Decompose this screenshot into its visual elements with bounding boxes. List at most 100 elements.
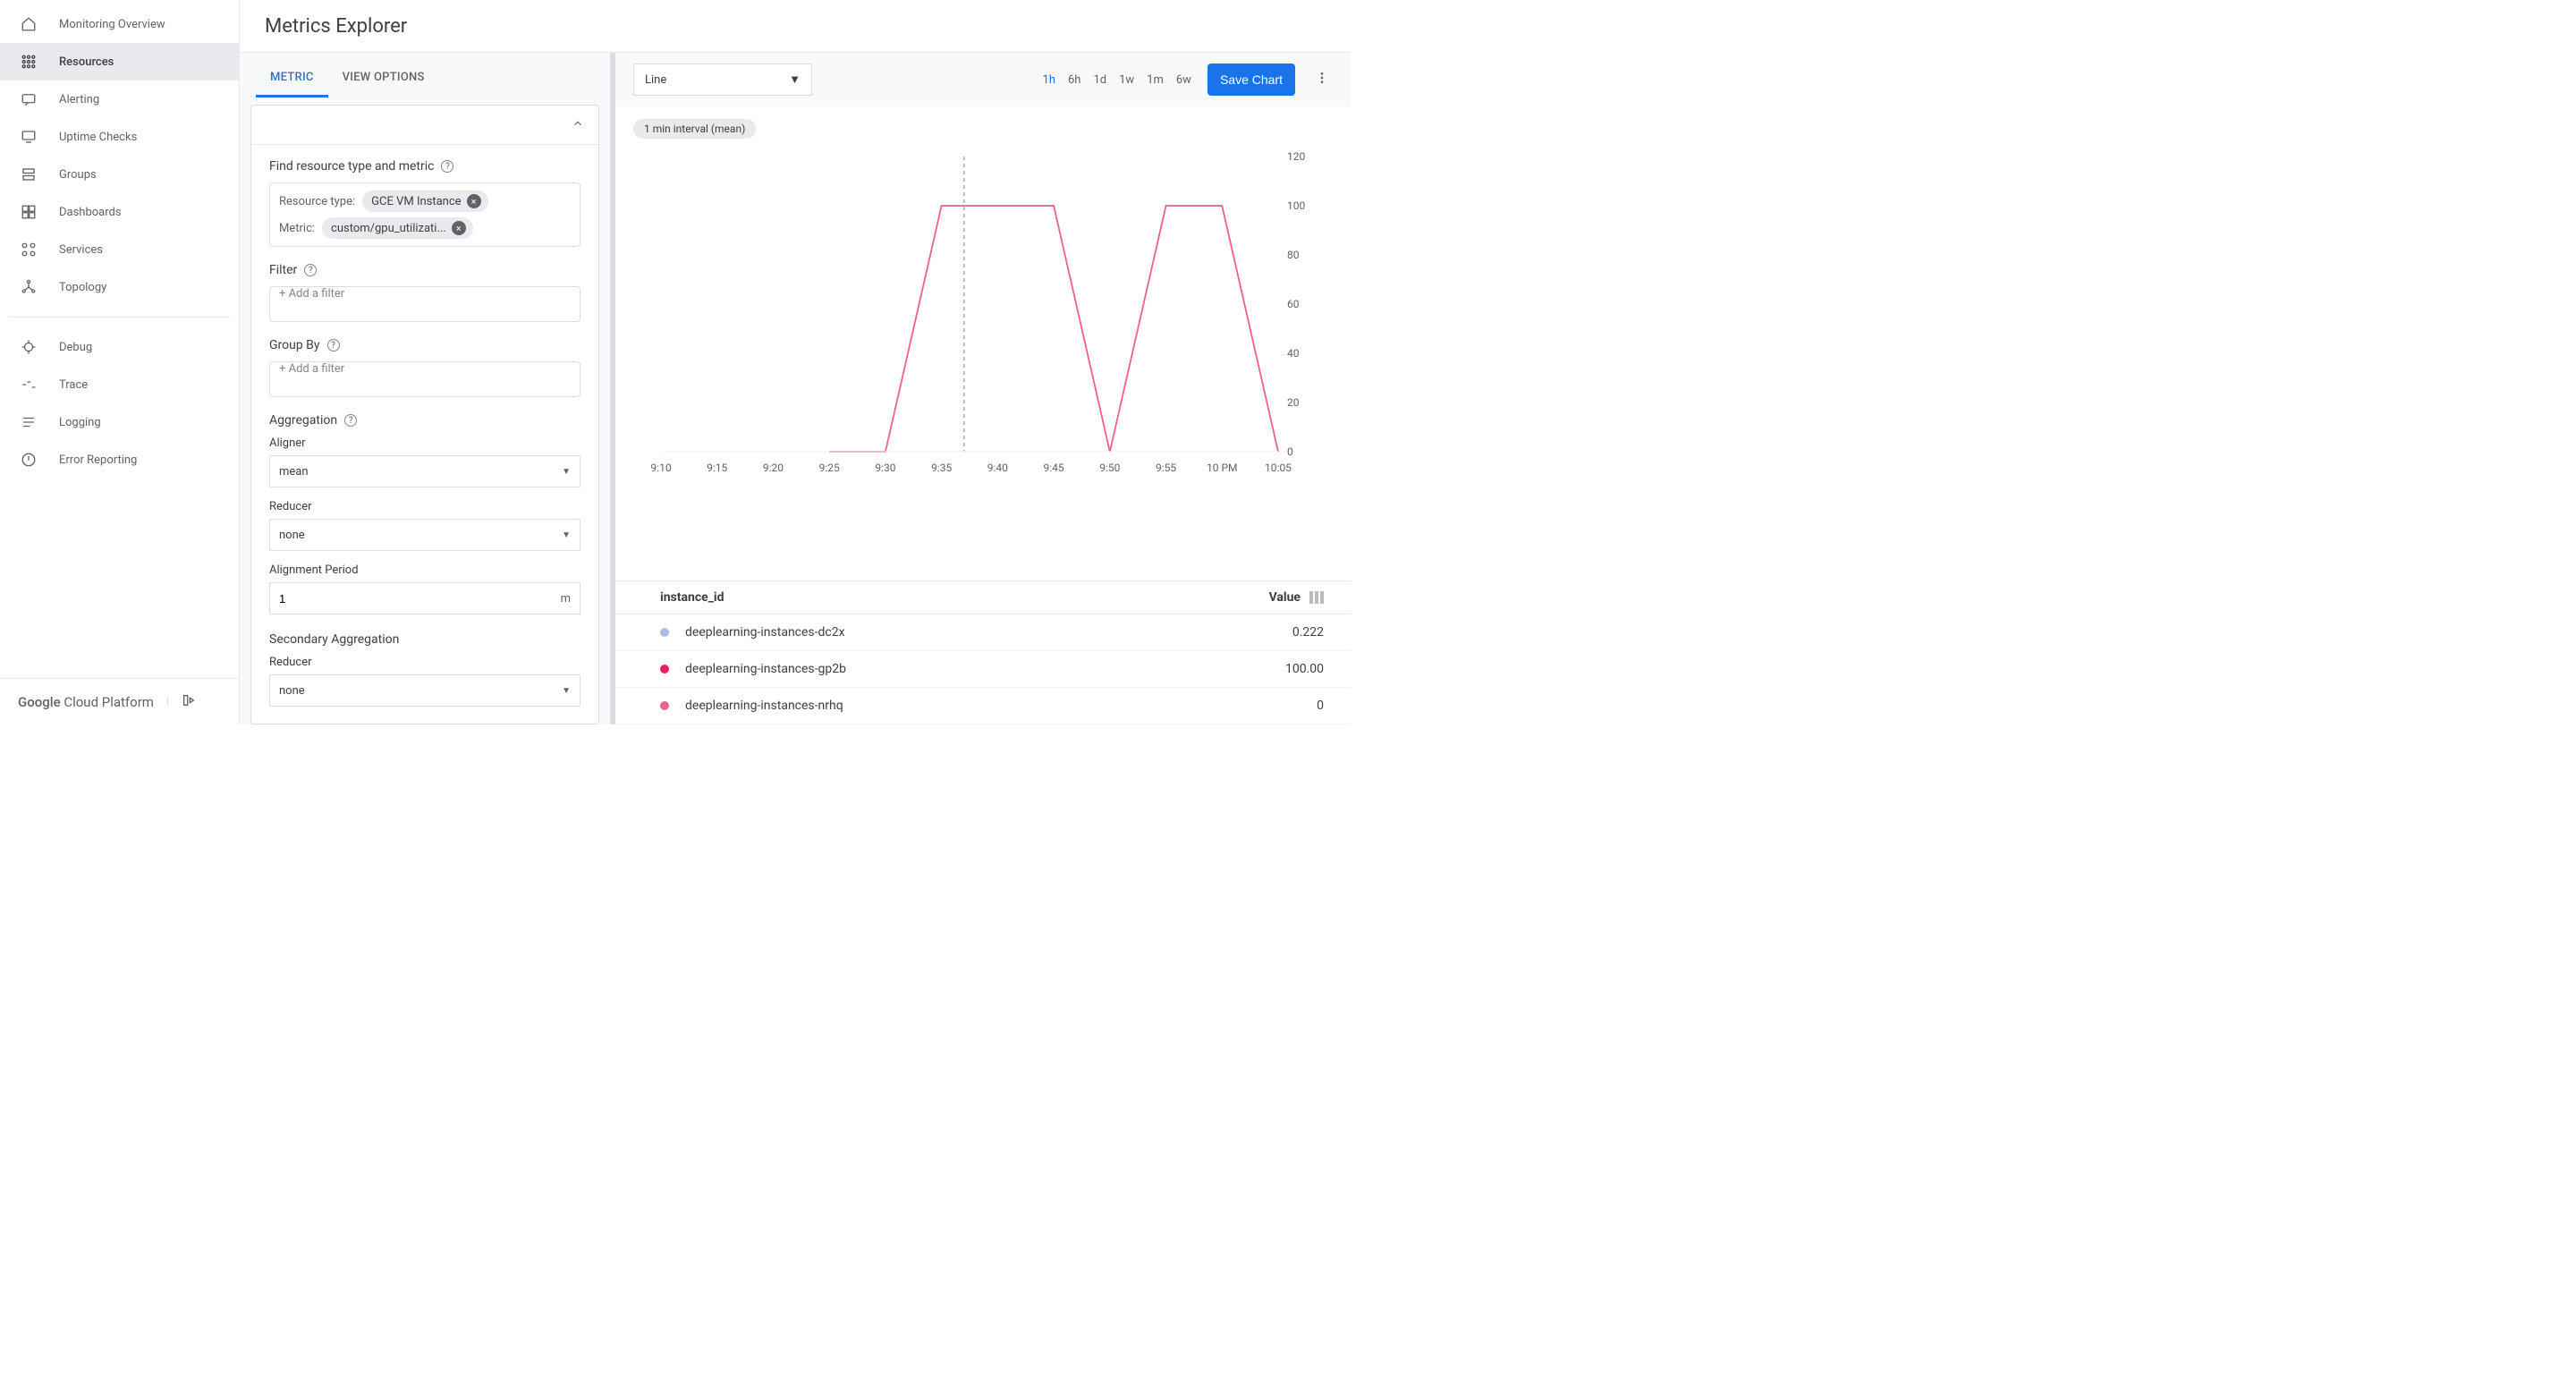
sidebar-item-label: Uptime Checks [59,131,137,144]
sidebar-item-label: Dashboards [59,206,122,219]
sidebar-item-alerting[interactable]: Alerting [0,80,239,118]
sidebar-item-label: Services [59,243,103,257]
svg-text:9:10: 9:10 [650,462,671,474]
line-chart[interactable]: 0204060801001209:109:159:209:259:309:359… [633,148,1333,479]
series-name: deeplearning-instances-gp2b [685,662,846,676]
chat-icon [20,90,38,108]
gcp-logo: Google Cloud Platform [18,694,154,710]
sidebar-item-debug[interactable]: Debug [0,328,239,366]
sidebar-item-topology[interactable]: Topology [0,268,239,306]
timerange-6w[interactable]: 6w [1176,73,1191,87]
chart-type-select[interactable]: Line ▼ [633,64,812,96]
timerange-1d[interactable]: 1d [1093,73,1106,87]
timerange-6h[interactable]: 6h [1068,73,1080,87]
sidebar-item-dashboards[interactable]: Dashboards [0,193,239,231]
timerange-1w[interactable]: 1w [1119,73,1134,87]
svg-text:9:55: 9:55 [1156,462,1176,474]
filter-input[interactable]: + Add a filter [269,286,580,322]
groupby-label: Group By [269,338,320,352]
sidebar-item-trace[interactable]: Trace [0,366,239,403]
svg-text:120: 120 [1287,150,1305,163]
reducer-select[interactable]: none▼ [269,519,580,551]
svg-text:9:25: 9:25 [819,462,840,474]
table-col-instance: instance_id [660,590,724,605]
aggregation-label: Aggregation [269,413,337,428]
help-icon[interactable]: ? [344,414,357,427]
interval-pill: 1 min interval (mean) [633,119,756,139]
monitor-icon [20,128,38,146]
trace-icon [20,376,38,394]
svg-text:20: 20 [1287,396,1300,409]
resource-type-label: Resource type: [279,195,355,208]
metric-input-box[interactable]: Resource type: GCE VM Instance × Metric:… [269,182,580,247]
sidebar: Monitoring OverviewResources Alerting Upti… [0,0,240,724]
filter-label: Filter [269,263,297,277]
tab-view-options[interactable]: VIEW OPTIONS [328,53,439,97]
svg-text:9:50: 9:50 [1099,462,1120,474]
sidebar-item-label: Debug [59,341,92,354]
sidebar-item-error-reporting[interactable]: Error Reporting [0,441,239,479]
chart-toolbar: Line ▼ 1h 6h 1d 1w 1m 6w Save Chart [615,53,1351,106]
timerange-1m[interactable]: 1m [1147,73,1164,87]
series-value: 0 [1317,699,1324,713]
time-range: 1h 6h 1d 1w 1m 6w [1043,73,1191,87]
columns-icon[interactable] [1309,591,1324,604]
more-icon[interactable] [1311,67,1333,92]
grid-icon [20,53,38,71]
alignment-period-input[interactable]: m [269,582,580,614]
home-icon [20,15,38,33]
secondary-reducer-label: Reducer [269,656,580,669]
svg-text:80: 80 [1287,249,1300,261]
sidebar-item-services[interactable]: Services [0,231,239,268]
error-icon [20,451,38,469]
svg-text:9:45: 9:45 [1044,462,1064,474]
sidebar-item-label: Alerting [59,93,99,106]
help-icon[interactable]: ? [441,160,453,173]
svg-text:9:20: 9:20 [763,462,784,474]
series-color-dot [660,628,669,637]
sidebar-item-logging[interactable]: Logging [0,403,239,441]
close-icon[interactable]: × [467,194,481,208]
sidebar-item-resources[interactable]: Resources [0,43,239,80]
sidebar-item-uptime-checks[interactable]: Uptime Checks [0,118,239,156]
sidebar-item-monitoring-overview[interactable]: Monitoring Overview [0,5,239,43]
find-metric-label: Find resource type and metric [269,159,434,174]
stack-icon [20,165,38,183]
config-panel: METRIC VIEW OPTIONS Find resource type a… [240,53,615,724]
chevron-up-icon[interactable] [572,117,584,133]
secondary-aggregation-label: Secondary Aggregation [269,632,399,647]
dashboard-icon [20,203,38,221]
aligner-select[interactable]: mean▼ [269,455,580,487]
close-icon[interactable]: × [452,221,466,235]
svg-text:10:05: 10:05 [1265,462,1292,474]
resource-type-chip[interactable]: GCE VM Instance × [362,191,487,212]
pin-icon[interactable] [182,693,196,711]
sidebar-separator [9,317,230,318]
tab-metric[interactable]: METRIC [256,53,328,97]
series-value: 100.00 [1285,662,1324,676]
reducer-label: Reducer [269,500,580,513]
sidebar-item-label: Topology [59,281,106,294]
metric-chip[interactable]: custom/gpu_utilizati... × [322,217,473,239]
save-chart-button[interactable]: Save Chart [1208,64,1295,96]
sidebar-footer: Google Cloud Platform | [0,678,239,724]
table-row[interactable]: deeplearning-instances-gp2b 100.00 [615,651,1351,688]
svg-text:100: 100 [1287,199,1305,212]
help-icon[interactable]: ? [304,264,317,276]
svg-text:0: 0 [1287,445,1293,458]
svg-text:9:15: 9:15 [707,462,727,474]
debug-icon [20,338,38,356]
metric-label: Metric: [279,222,315,235]
table-row[interactable]: deeplearning-instances-nrhq0 [615,688,1351,724]
series-color-dot [660,665,669,674]
series-color-dot [660,701,669,710]
help-icon[interactable]: ? [327,339,340,352]
sidebar-item-label: Groups [59,168,97,182]
services-icon [20,241,38,258]
sidebar-item-groups[interactable]: Groups [0,156,239,193]
secondary-reducer-select[interactable]: none▼ [269,674,580,707]
groupby-input[interactable]: + Add a filter [269,361,580,397]
logging-icon [20,413,38,431]
table-row[interactable]: deeplearning-instances-dc2x0.222 [615,614,1351,651]
timerange-1h[interactable]: 1h [1043,73,1055,87]
